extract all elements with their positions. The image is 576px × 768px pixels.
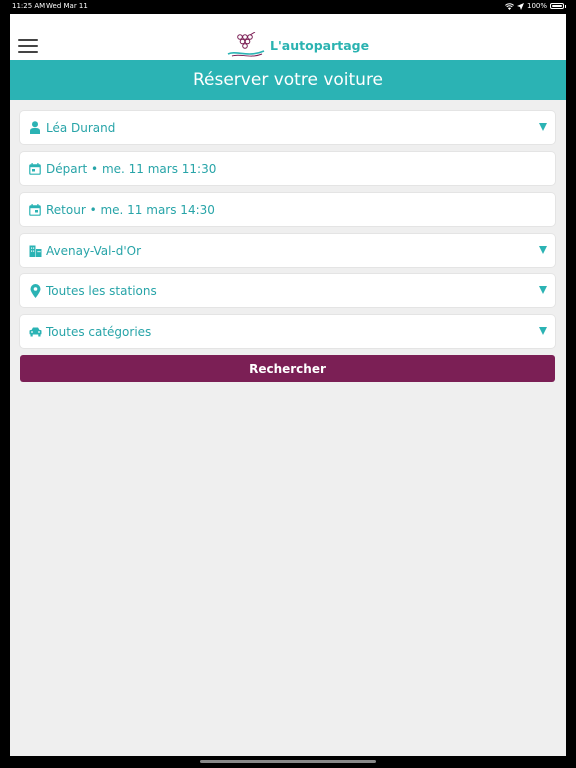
location-arrow-icon — [516, 2, 524, 10]
chevron-down-icon — [539, 123, 547, 131]
app-logo: L'autopartage — [226, 32, 369, 58]
status-date: Wed Mar 11 — [46, 2, 88, 10]
chevron-down-icon — [539, 246, 547, 254]
home-indicator[interactable] — [200, 760, 376, 763]
app-window: L'autopartage Réserver votre voiture Léa… — [10, 14, 566, 756]
menu-icon[interactable] — [18, 39, 38, 53]
chevron-down-icon — [539, 327, 547, 335]
battery-tip — [565, 4, 566, 8]
status-time: 11:25 AM — [12, 2, 46, 10]
user-select-label: Léa Durand — [46, 120, 116, 135]
logo-text: L'autopartage — [270, 37, 370, 53]
calendar-start-icon — [28, 162, 42, 176]
calendar-end-icon — [28, 203, 42, 217]
user-select[interactable]: Léa Durand — [20, 111, 555, 144]
grape-logo-icon — [227, 32, 265, 57]
return-label: Retour • me. 11 mars 14:30 — [46, 202, 215, 217]
return-field[interactable]: Retour • me. 11 mars 14:30 — [20, 193, 555, 226]
user-icon — [28, 121, 42, 135]
chevron-down-icon — [539, 286, 547, 294]
city-select-label: Avenay-Val-d'Or — [46, 243, 142, 258]
wifi-icon — [505, 2, 514, 10]
city-select[interactable]: Avenay-Val-d'Or — [20, 234, 555, 267]
status-bar: 11:25 AM Wed Mar 11 100% — [0, 0, 576, 12]
departure-label: Départ • me. 11 mars 11:30 — [46, 161, 217, 176]
station-select-label: Toutes les stations — [46, 283, 157, 298]
page-title: Réserver votre voiture — [10, 60, 566, 100]
station-select[interactable]: Toutes les stations — [20, 274, 555, 307]
car-icon — [28, 325, 42, 339]
status-right: 100% — [505, 0, 566, 12]
city-icon — [28, 244, 42, 258]
battery-percent: 100% — [526, 2, 547, 10]
battery-icon — [550, 3, 564, 9]
category-select[interactable]: Toutes catégories — [20, 315, 555, 348]
app-header: L'autopartage — [10, 14, 566, 60]
search-button[interactable]: Rechercher — [20, 355, 555, 382]
departure-field[interactable]: Départ • me. 11 mars 11:30 — [20, 152, 555, 185]
map-pin-icon — [28, 283, 42, 298]
category-select-label: Toutes catégories — [46, 324, 152, 339]
